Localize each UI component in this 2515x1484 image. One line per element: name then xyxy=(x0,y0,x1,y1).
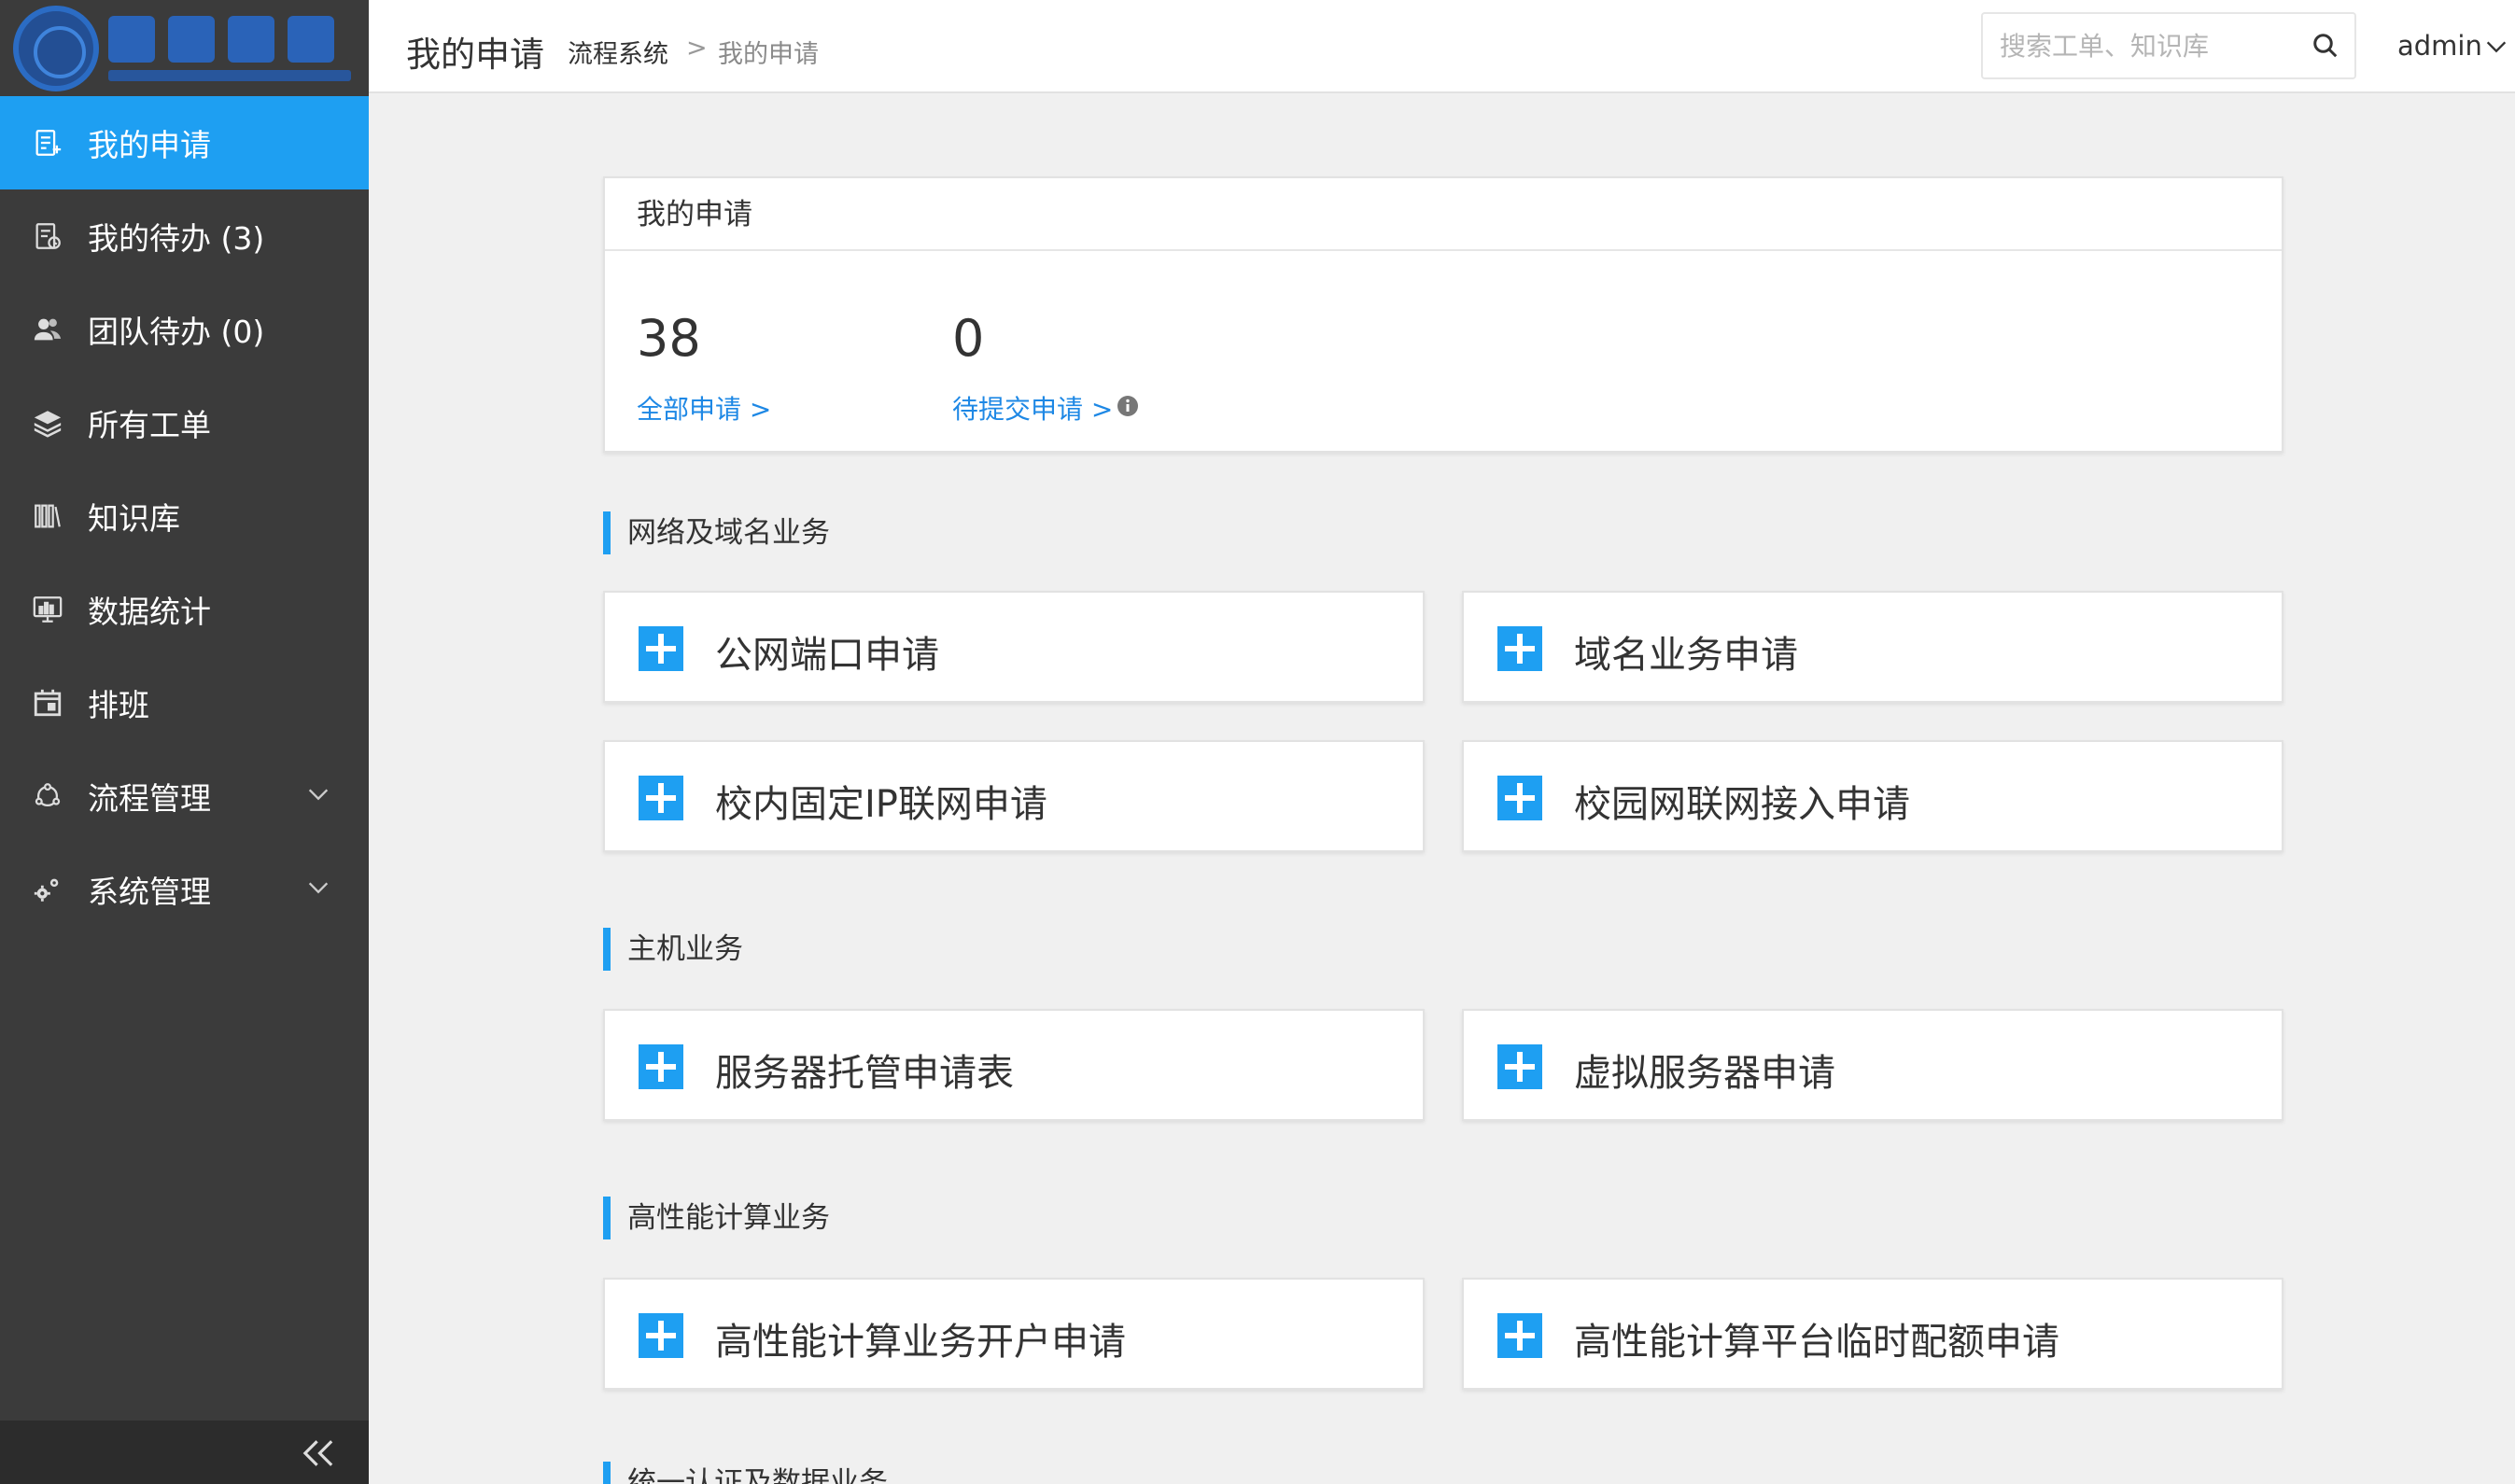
page-title: 我的申请 xyxy=(406,35,544,75)
service-card-domain[interactable]: 域名业务申请 xyxy=(1462,591,2283,703)
plus-icon xyxy=(1497,626,1542,671)
todo-icon xyxy=(32,220,63,252)
service-card-campus-network[interactable]: 校园网联网接入申请 xyxy=(1462,740,2283,852)
service-card-public-port[interactable]: 公网端口申请 xyxy=(603,591,1425,703)
collapse-sidebar-icon[interactable] xyxy=(300,1437,337,1469)
sidebar-item-label: 我的待办 (3) xyxy=(88,220,265,257)
chevron-down-icon[interactable] xyxy=(2483,34,2509,60)
service-card-server-hosting[interactable]: 服务器托管申请表 xyxy=(603,1009,1425,1121)
plus-icon xyxy=(1497,1313,1542,1358)
sidebar-item-process-management[interactable]: 流程管理 xyxy=(0,749,369,843)
team-icon xyxy=(32,314,63,345)
sidebar-footer xyxy=(0,1421,369,1484)
form-icon xyxy=(32,127,63,159)
service-card-label: 域名业务申请 xyxy=(1574,634,1798,677)
pending-submit-link[interactable]: 待提交申请 > xyxy=(952,389,1113,427)
service-card-hpc-account[interactable]: 高性能计算业务开户申请 xyxy=(603,1278,1425,1390)
plus-icon xyxy=(1497,776,1542,820)
sidebar-item-label: 所有工单 xyxy=(88,407,211,443)
section-title-hpc: 高性能计算业务 xyxy=(603,1197,830,1239)
search-box xyxy=(1981,12,2356,79)
breadcrumb-process-system[interactable]: 流程系统 xyxy=(568,34,668,70)
service-card-virtual-server[interactable]: 虚拟服务器申请 xyxy=(1462,1009,2283,1121)
sidebar-item-my-applications[interactable]: 我的申请 xyxy=(0,96,369,189)
monitor-chart-icon xyxy=(32,594,63,625)
top-header: 我的申请 流程系统 > 我的申请 admin xyxy=(369,0,2515,93)
plus-icon xyxy=(639,1044,683,1089)
service-card-hpc-quota[interactable]: 高性能计算平台临时配额申请 xyxy=(1462,1278,2283,1390)
plus-icon xyxy=(639,776,683,820)
sidebar-item-schedule[interactable]: 排班 xyxy=(0,656,369,749)
service-card-label: 虚拟服务器申请 xyxy=(1574,1052,1835,1095)
sidebar-item-label: 流程管理 xyxy=(88,780,211,817)
logo-seal-icon xyxy=(13,5,99,91)
breadcrumb-current: 我的申请 xyxy=(718,40,819,69)
service-card-label: 公网端口申请 xyxy=(715,634,939,677)
search-input[interactable] xyxy=(2000,14,2298,77)
total-applications-count: 38 xyxy=(637,309,701,368)
sidebar-item-label: 团队待办 (0) xyxy=(88,314,265,350)
process-icon xyxy=(32,780,63,812)
sidebar: 我的申请 我的待办 (3) 团队待办 (0) 所有工单 知识库 数据统计 排班 … xyxy=(0,0,369,1484)
all-applications-link[interactable]: 全部申请 > xyxy=(637,389,771,427)
service-card-label: 服务器托管申请表 xyxy=(715,1052,1014,1095)
plus-icon xyxy=(639,626,683,671)
service-card-label: 校园网联网接入申请 xyxy=(1574,783,1910,826)
sidebar-item-statistics[interactable]: 数据统计 xyxy=(0,563,369,656)
service-card-label: 校内固定IP联网申请 xyxy=(715,783,1047,826)
chevron-down-icon xyxy=(308,789,329,801)
summary-title: 我的申请 xyxy=(605,178,2282,251)
plus-icon xyxy=(1497,1044,1542,1089)
sidebar-item-knowledge-base[interactable]: 知识库 xyxy=(0,469,369,563)
service-card-label: 高性能计算平台临时配额申请 xyxy=(1574,1321,2059,1364)
sidebar-item-team-todo[interactable]: 团队待办 (0) xyxy=(0,283,369,376)
sidebar-item-system-management[interactable]: 系统管理 xyxy=(0,843,369,936)
search-icon[interactable] xyxy=(2311,32,2339,60)
sidebar-item-label: 数据统计 xyxy=(88,594,211,630)
layers-icon xyxy=(32,407,63,439)
sidebar-item-my-todo[interactable]: 我的待办 (3) xyxy=(0,189,369,283)
service-card-fixed-ip[interactable]: 校内固定IP联网申请 xyxy=(603,740,1425,852)
pending-submit-count: 0 xyxy=(952,309,985,368)
sidebar-item-label: 系统管理 xyxy=(88,874,211,910)
sidebar-item-all-tickets[interactable]: 所有工单 xyxy=(0,376,369,469)
university-logo[interactable] xyxy=(0,0,369,96)
section-title-host: 主机业务 xyxy=(603,928,743,971)
sidebar-item-label: 我的申请 xyxy=(88,127,211,163)
logo-wordmark xyxy=(108,15,351,81)
books-icon xyxy=(32,500,63,532)
service-card-label: 高性能计算业务开户申请 xyxy=(715,1321,1126,1364)
plus-icon xyxy=(639,1313,683,1358)
gears-icon xyxy=(32,874,63,905)
breadcrumb-separator: > xyxy=(686,34,708,63)
calendar-icon xyxy=(32,687,63,719)
info-icon[interactable] xyxy=(1117,395,1139,417)
sidebar-item-label: 知识库 xyxy=(88,500,180,537)
section-title-network: 网络及域名业务 xyxy=(603,511,830,554)
chevron-down-icon xyxy=(308,882,329,894)
user-menu[interactable]: admin xyxy=(2397,30,2482,62)
section-title-auth-data: 统一认证及数据业务 xyxy=(603,1462,888,1484)
sidebar-item-label: 排班 xyxy=(88,687,149,723)
my-applications-summary: 我的申请 38 全部申请 > 0 待提交申请 > xyxy=(603,176,2283,453)
